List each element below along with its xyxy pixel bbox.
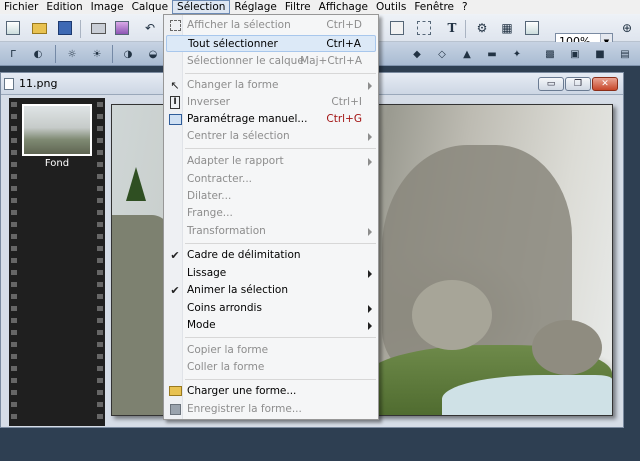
swatches-icon[interactable]: ■ [590, 44, 610, 64]
filter-icon[interactable]: ▲ [457, 44, 477, 64]
palette-icon[interactable]: ▩ [540, 44, 560, 64]
menu-item-copy-shape[interactable]: Copier la forme [166, 342, 376, 359]
crop-icon[interactable] [414, 18, 434, 38]
restore-button[interactable]: ❐ [565, 77, 591, 91]
open-folder-icon [168, 384, 182, 398]
resize-icon[interactable] [387, 18, 407, 38]
menu-selection[interactable]: Sélection [172, 0, 231, 14]
menu-calque[interactable]: Calque [128, 0, 172, 14]
menu-item-load-shape[interactable]: Charger une forme... [166, 383, 376, 400]
menu-item-contract[interactable]: Contracter... [166, 171, 376, 188]
film-holes-right [97, 102, 103, 422]
checkmark-icon: ✔ [170, 248, 180, 262]
new-file-icon[interactable] [3, 18, 23, 38]
minimize-button[interactable]: ▭ [538, 77, 564, 91]
film-holes-left [11, 102, 17, 422]
menu-item-smoothing[interactable]: Lissage [166, 265, 376, 282]
open-folder-icon[interactable] [29, 18, 49, 38]
menu-item-show-selection[interactable]: Afficher la sélection Ctrl+D [166, 17, 376, 34]
more-tools-icon[interactable]: ▤ [615, 44, 635, 64]
submenu-arrow-icon [368, 228, 372, 236]
layers-icon[interactable]: ⚙ [472, 18, 492, 38]
pointer-icon: ↖ [170, 78, 180, 92]
workspace-background [0, 428, 640, 461]
layer-name: Fond [44, 158, 70, 169]
menu-item-save-shape[interactable]: Enregistrer la forme... [166, 401, 376, 418]
menu-item-center-selection[interactable]: Centrer la sélection [166, 128, 376, 145]
boulder-shape [412, 280, 492, 350]
submenu-arrow-icon [368, 305, 372, 313]
menu-edition[interactable]: Edition [42, 0, 86, 14]
menu-filtre[interactable]: Filtre [281, 0, 315, 14]
color-picker-icon[interactable]: ▣ [565, 44, 585, 64]
save-icon[interactable] [55, 18, 75, 38]
text-tool-icon[interactable]: T [442, 18, 462, 38]
zoom-in-icon[interactable]: ⊕ [617, 18, 637, 38]
submenu-arrow-icon [368, 322, 372, 330]
menu-item-manual-settings[interactable]: Paramétrage manuel... Ctrl+G [166, 111, 376, 128]
layer-thumbnail[interactable] [22, 104, 92, 156]
eraser-icon[interactable] [112, 18, 132, 38]
selection-dropdown-menu: Afficher la sélection Ctrl+D Tout sélect… [163, 14, 379, 420]
contrast-auto-icon[interactable]: ◐ [28, 44, 48, 64]
menu-item-adapt-ratio[interactable]: Adapter le rapport [166, 153, 376, 170]
menu-fenetre[interactable]: Fenêtre [410, 0, 458, 14]
blur-icon[interactable]: ◇ [432, 44, 452, 64]
invert-icon: I [168, 95, 182, 109]
menu-item-fringe[interactable]: Frange... [166, 205, 376, 222]
file-icon [4, 78, 14, 90]
menu-item-change-shape[interactable]: ↖ Changer la forme [166, 77, 376, 94]
checkmark-icon: ✔ [170, 283, 180, 297]
menu-fichier[interactable]: Fichier [0, 0, 42, 14]
close-button[interactable]: ✕ [592, 77, 618, 91]
levels-auto-icon[interactable]: Γ [3, 44, 23, 64]
brightness-down-icon[interactable]: ☼ [62, 44, 82, 64]
menu-item-bounding-box[interactable]: ✔ Cadre de délimitation [166, 247, 376, 264]
menu-affichage[interactable]: Affichage [315, 0, 372, 14]
menu-item-animate-selection[interactable]: ✔ Animer la sélection [166, 282, 376, 299]
menu-bar: Fichier Edition Image Calque Sélection R… [0, 0, 640, 14]
menu-image[interactable]: Image [87, 0, 128, 14]
layer-filmstrip: Fond [9, 98, 105, 426]
save-disk-icon [168, 402, 182, 416]
submenu-arrow-icon [368, 133, 372, 141]
submenu-arrow-icon [368, 82, 372, 90]
print-icon[interactable] [88, 18, 108, 38]
menu-item-mode[interactable]: Mode [166, 317, 376, 334]
brightness-up-icon[interactable]: ☀ [87, 44, 107, 64]
submenu-arrow-icon [368, 270, 372, 278]
menu-help[interactable]: ? [458, 0, 472, 14]
document-title: 11.png [19, 77, 58, 90]
window-icon[interactable] [522, 18, 542, 38]
menu-item-invert[interactable]: I Inverser Ctrl+I [166, 94, 376, 111]
menu-reglage[interactable]: Réglage [230, 0, 280, 14]
grid-icon[interactable]: ▦ [497, 18, 517, 38]
sharpen-icon[interactable]: ◆ [407, 44, 427, 64]
undo-icon[interactable]: ↶ [140, 18, 160, 38]
contrast-down-icon[interactable]: ◑ [118, 44, 138, 64]
menu-item-rounded-corners[interactable]: Coins arrondis [166, 300, 376, 317]
manual-settings-icon [168, 112, 182, 126]
menu-item-select-layer[interactable]: Sélectionner le calque Maj+Ctrl+A [166, 53, 376, 70]
menu-outils[interactable]: Outils [372, 0, 410, 14]
contrast-up-icon[interactable]: ◒ [143, 44, 163, 64]
boulder-shape [532, 320, 602, 375]
menu-item-paste-shape[interactable]: Coller la forme [166, 359, 376, 376]
menu-item-dilate[interactable]: Dilater... [166, 188, 376, 205]
show-selection-icon [168, 18, 182, 32]
effects-icon[interactable]: ✦ [507, 44, 527, 64]
tree-shape [126, 167, 146, 201]
menu-item-select-all[interactable]: Tout sélectionner Ctrl+A [166, 35, 376, 52]
gradient-icon[interactable]: ▬ [482, 44, 502, 64]
menu-item-transformation[interactable]: Transformation [166, 223, 376, 240]
submenu-arrow-icon [368, 158, 372, 166]
